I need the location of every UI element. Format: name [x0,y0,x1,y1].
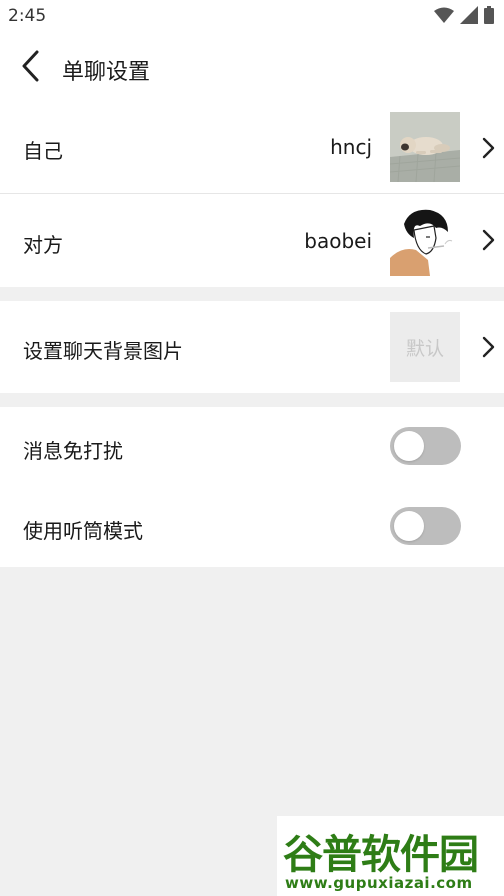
status-time: 2:45 [8,6,47,26]
battery-icon [484,6,494,28]
wifi-icon [434,7,454,27]
chevron-left-icon [20,50,40,86]
status-bar: 2:45 [0,0,504,34]
row-value-self: hncj [330,135,372,159]
earpiece-toggle[interactable] [390,507,461,545]
background-default-label: 默认 [405,337,444,360]
toggle-section: 消息免打扰 使用听筒模式 [0,407,504,567]
background-default-box: 默认 [390,312,460,382]
settings-row-self[interactable]: 自己 hncj [0,102,504,193]
row-value-other: baobei [304,229,372,253]
watermark: 谷普软件园 www.gupuxiazai.com [277,816,504,896]
settings-row-other[interactable]: 对方 baobei [0,194,504,287]
row-label-other: 对方 [23,233,63,257]
back-button[interactable] [10,46,50,90]
self-avatar [390,112,460,182]
chevron-right-icon [479,335,497,359]
row-label-earpiece: 使用听筒模式 [23,519,143,543]
row-label-background: 设置聊天背景图片 [23,339,183,363]
row-label-mute: 消息免打扰 [23,439,123,463]
app-bar: 单聊设置 [0,34,504,102]
chevron-right-icon [479,228,497,252]
watermark-logo: 谷普软件园 [283,832,479,878]
toggle-knob [394,511,424,541]
page-title: 单聊设置 [62,60,151,85]
chevron-right-icon [479,136,497,160]
status-icons [434,6,494,28]
settings-row-background[interactable]: 设置聊天背景图片 默认 [0,301,504,393]
watermark-url: www.gupuxiazai.com [285,874,473,892]
toggle-knob [394,431,424,461]
other-avatar [390,206,460,276]
mute-toggle[interactable] [390,427,461,465]
signal-icon [460,6,478,28]
row-label-self: 自己 [23,139,63,163]
